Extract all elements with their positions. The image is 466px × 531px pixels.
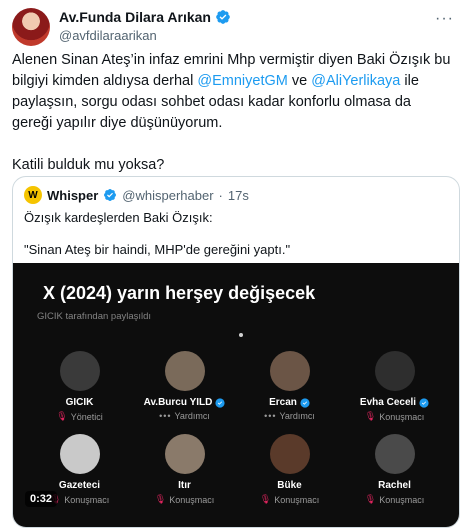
participant-name-row: Rachel [378,480,411,491]
tweet-header: Av.Funda Dilara Arıkan @avfdilaraarikan … [12,6,454,46]
participant-role: Yardımcı [174,411,210,421]
participant-avatar[interactable] [164,434,205,474]
author-handle[interactable]: @avfdilaraarikan [59,28,157,43]
participant-avatar[interactable] [269,434,310,474]
participant[interactable]: Evha Ceceli 🎙 Konuşmacı [342,351,447,422]
tweet-text-connector: ve [287,73,312,89]
verified-badge-icon [300,397,310,408]
participant-avatar[interactable] [269,351,310,391]
participant[interactable]: Av.Burcu YILD ••• Yardımcı [132,351,237,422]
microphone-muted-icon: 🎙 [154,494,167,504]
participant[interactable]: Ercan ••• Yardımcı [237,351,342,422]
quote-author-handle[interactable]: @whisperhaber [122,188,213,203]
participant-name: Itır [178,480,191,491]
participant-role: Konuşmacı [274,494,320,505]
participant[interactable]: Rachel 🎙 Konuşmacı [342,434,447,505]
cohost-dots-icon: ••• [264,411,277,421]
author-name-row: Av.Funda Dilara Arıkan [59,9,231,25]
participant-role-row: 🎙Konuşmacı [365,411,424,422]
participant-name: GICIK [65,397,94,408]
participant-role-row: ••• Yardımcı [159,411,210,421]
participant-name-row: Av.Burcu YILD [144,397,226,408]
participant-name: Rachel [378,480,411,491]
quote-header: W Whisper @whisperhaber · 17s [24,186,249,204]
video-title: X (2024) yarın herşey değişecek [43,283,316,303]
video-subtitle: GICIK tarafından paylaşıldı [37,311,152,322]
tweet-text: Alenen Sinan Ateş’in infaz emrini Mhp ve… [12,50,452,176]
mention-link-aliyerlikaya[interactable]: @AliYerlikaya [311,73,400,89]
participant-role-row: ••• Yardımcı [264,411,315,421]
verified-badge-icon [216,10,230,24]
more-horizontal-icon[interactable]: ··· [435,10,454,28]
verified-badge-icon [419,397,429,408]
microphone-muted-icon: 🎙 [364,411,377,421]
participant-name-row: Itır [178,480,191,491]
author-name[interactable]: Av.Funda Dilara Arıkan [59,9,211,25]
participant-role-row: 🎙 Yönetici [56,411,102,422]
participant-name-row: Büke [277,480,301,491]
participant-name-row: GICIK [66,397,94,408]
participant-name-row: Evha Ceceli [360,397,429,408]
microphone-muted-icon: 🎙 [364,494,377,504]
microphone-muted-icon: 🎙 [56,411,68,421]
participant-role: Konuşmacı [379,494,425,505]
participant-name: Ercan [269,397,297,408]
verified-badge-icon [104,189,117,201]
quote-separator: · [218,187,223,203]
cohost-dots-icon: ••• [159,411,172,421]
participant-role: Yardımcı [279,411,315,421]
participant-avatar[interactable] [59,351,100,391]
quote-line-2: "Sinan Ateş bir haindi, MHP'de gereğini … [24,242,291,257]
participant[interactable]: Büke 🎙 Konuşmacı [237,434,342,505]
participant-name: Evha Ceceli [359,397,417,408]
avatar[interactable] [12,8,50,46]
whisper-logo-icon[interactable]: W [24,186,42,204]
participant-name: Av.Burcu YILD [143,397,213,408]
participant-role: Konuşmacı [169,494,215,505]
participant-avatar[interactable] [374,434,415,474]
participant-avatar[interactable] [164,351,205,391]
tweet-paragraph-1: Alenen Sinan Ateş’in infaz emrini Mhp ve… [12,50,452,134]
microphone-muted-icon: 🎙 [259,494,272,504]
quoted-tweet[interactable]: W Whisper @whisperhaber · 17s Özışık kar… [12,176,460,528]
participant-name-row: Gazeteci [59,480,100,491]
participant[interactable]: Itır 🎙 Konuşmacı [132,434,237,505]
participant[interactable]: GICIK 🎙 Yönetici [27,351,132,422]
quote-text: Özışık kardeşlerden Baki Özışık: "Sinan … [24,209,449,259]
participant-avatar[interactable] [59,434,100,474]
video-player[interactable]: X (2024) yarın herşey değişecek GICIK ta… [13,263,459,527]
quote-line-1: Özışık kardeşlerden Baki Özışık: [24,210,213,225]
quote-timestamp[interactable]: 17s [228,188,249,203]
participant-role-row: 🎙Konuşmacı [365,494,424,505]
participant-role: Konuşmacı [379,411,425,422]
quote-author-name[interactable]: Whisper [47,188,98,203]
tweet-paragraph-2: Katili bulduk mu yoksa? [12,157,165,173]
participant-name: Büke [277,480,302,491]
participant-avatar[interactable] [374,351,415,391]
video-duration: 0:32 [25,491,58,507]
participant-role: Konuşmacı [64,494,110,505]
participant-name: Gazeteci [58,480,101,491]
participant-role-row: 🎙Konuşmacı [50,494,109,505]
video-dot [239,333,243,337]
participant-role-row: 🎙Konuşmacı [155,494,214,505]
verified-badge-icon [215,397,225,408]
participant-role: Yönetici [70,411,103,422]
mention-link-emniyetgm[interactable]: @EmniyetGM [197,73,287,89]
participant-name-row: Ercan [269,397,310,408]
participant-role-row: 🎙Konuşmacı [260,494,319,505]
participants-grid: GICIK 🎙 Yönetici Av.Burcu YILD ••• Yardımcı Er… [27,351,447,505]
